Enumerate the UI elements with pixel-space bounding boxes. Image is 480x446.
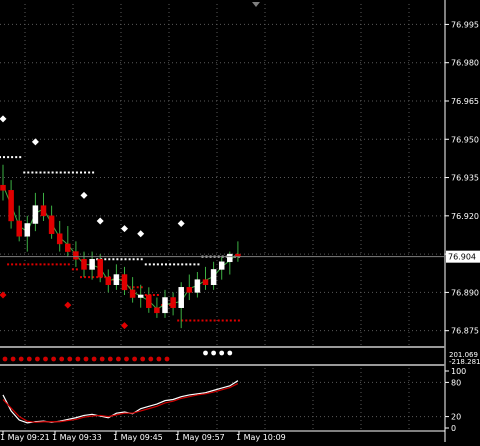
chart-shift-marker[interactable] (252, 2, 260, 7)
time-axis-label: 1 May 09:21 (0, 433, 50, 442)
candle-body[interactable] (8, 190, 14, 222)
trading-chart[interactable]: 76.995 76.980 76.965 76.950 76.935 76.920 76.9… (0, 0, 480, 442)
candle-body[interactable] (162, 297, 168, 314)
candle-body[interactable] (218, 261, 225, 270)
fractal-up-marker (137, 230, 145, 238)
candle-body[interactable] (56, 233, 63, 245)
candle-body[interactable] (32, 205, 39, 224)
indicator-1-axis-label: -218.281 (449, 358, 480, 366)
candle-body[interactable] (0, 184, 6, 191)
indicator-signal-dot (140, 356, 146, 362)
fractal-down-marker (121, 322, 128, 330)
indicator-signal-dot (35, 356, 40, 362)
fractal-up-marker (0, 115, 7, 123)
y-axis-tick-label: 76.965 (451, 97, 479, 106)
indicator-signal-dot (83, 356, 89, 362)
indicator-signal-dot (43, 356, 48, 362)
candle-body[interactable] (16, 220, 22, 237)
candle-body[interactable] (129, 289, 136, 298)
y-axis-tick-label: 76.875 (451, 327, 479, 336)
fractal-up-marker (177, 219, 185, 227)
candle-body[interactable] (227, 253, 233, 263)
indicator-signal-dot (156, 356, 162, 362)
indicator-signal-dot (219, 350, 225, 356)
indicator-signal-dot (2, 356, 8, 362)
oscillator-axis-label: 80 (451, 378, 461, 387)
candle-body[interactable] (81, 258, 87, 270)
candle-body[interactable] (154, 307, 160, 314)
y-axis-tick-label: 76.935 (451, 174, 479, 183)
indicator-signal-dot (67, 356, 73, 362)
candle-body[interactable] (40, 205, 47, 217)
candle-body[interactable] (210, 269, 217, 285)
oscillator-axis-label: 100 (451, 367, 466, 376)
time-axis-label: 1 May 09:33 (52, 433, 102, 442)
candle-body[interactable] (178, 287, 184, 308)
time-axis-label: 1 May 09:45 (113, 433, 163, 442)
candle-body[interactable] (170, 297, 176, 308)
indicator-signal-dot (203, 350, 208, 356)
candle-body[interactable] (146, 294, 152, 308)
fractal-down-marker (64, 301, 72, 309)
y-axis-tick-label: 76.890 (451, 288, 479, 297)
candle-body[interactable] (97, 258, 103, 278)
candle-body[interactable] (89, 258, 95, 270)
fractal-up-marker (80, 191, 88, 199)
time-axis-label: 1 May 10:09 (236, 433, 286, 442)
candle-body[interactable] (65, 243, 71, 252)
indicator-signal-dot (91, 356, 97, 362)
indicator-signal-dot (59, 356, 65, 362)
candle-body[interactable] (186, 287, 193, 293)
indicator-signal-dot (51, 356, 56, 362)
indicator-signal-dot (99, 356, 105, 362)
time-axis-label: 1 May 09:57 (175, 433, 225, 442)
moving-average-line (2, 185, 239, 310)
indicator-signal-dot (164, 356, 170, 362)
indicator-signal-dot (26, 356, 32, 362)
indicator-signal-dot (148, 356, 154, 362)
candle-body[interactable] (113, 274, 120, 285)
y-axis-tick-label: 76.995 (451, 20, 479, 29)
indicator-signal-dot (10, 356, 16, 362)
fractal-up-marker (96, 217, 104, 225)
indicator-signal-dot (124, 356, 129, 362)
oscillator-axis-label: 0 (451, 424, 456, 433)
indicator-signal-dot (227, 350, 233, 356)
current-price-label: 76.904 (448, 253, 476, 262)
y-axis-tick-label: 76.950 (451, 135, 479, 144)
candle-body[interactable] (48, 215, 55, 234)
candle-body[interactable] (105, 276, 112, 285)
indicator-signal-dot (107, 356, 113, 362)
candle-body[interactable] (73, 251, 79, 260)
candle-body[interactable] (202, 279, 209, 285)
candle-body[interactable] (121, 274, 128, 291)
indicator-signal-dot (211, 350, 217, 356)
y-axis-tick-label: 76.980 (451, 59, 479, 68)
chart-canvas[interactable]: 76.995 76.980 76.965 76.950 76.935 76.920 76.9… (0, 0, 480, 442)
candle-body[interactable] (194, 279, 201, 293)
y-axis-tick-label: 76.920 (451, 212, 479, 221)
fractal-up-marker (121, 225, 128, 233)
oscillator-axis-label: 20 (451, 413, 461, 422)
indicator-signal-dot (75, 356, 81, 362)
candle-body[interactable] (24, 223, 31, 237)
indicator-signal-dot (116, 356, 121, 362)
candle-body[interactable] (137, 294, 144, 298)
indicator-signal-dot (18, 356, 24, 362)
indicator-signal-dot (132, 356, 138, 362)
